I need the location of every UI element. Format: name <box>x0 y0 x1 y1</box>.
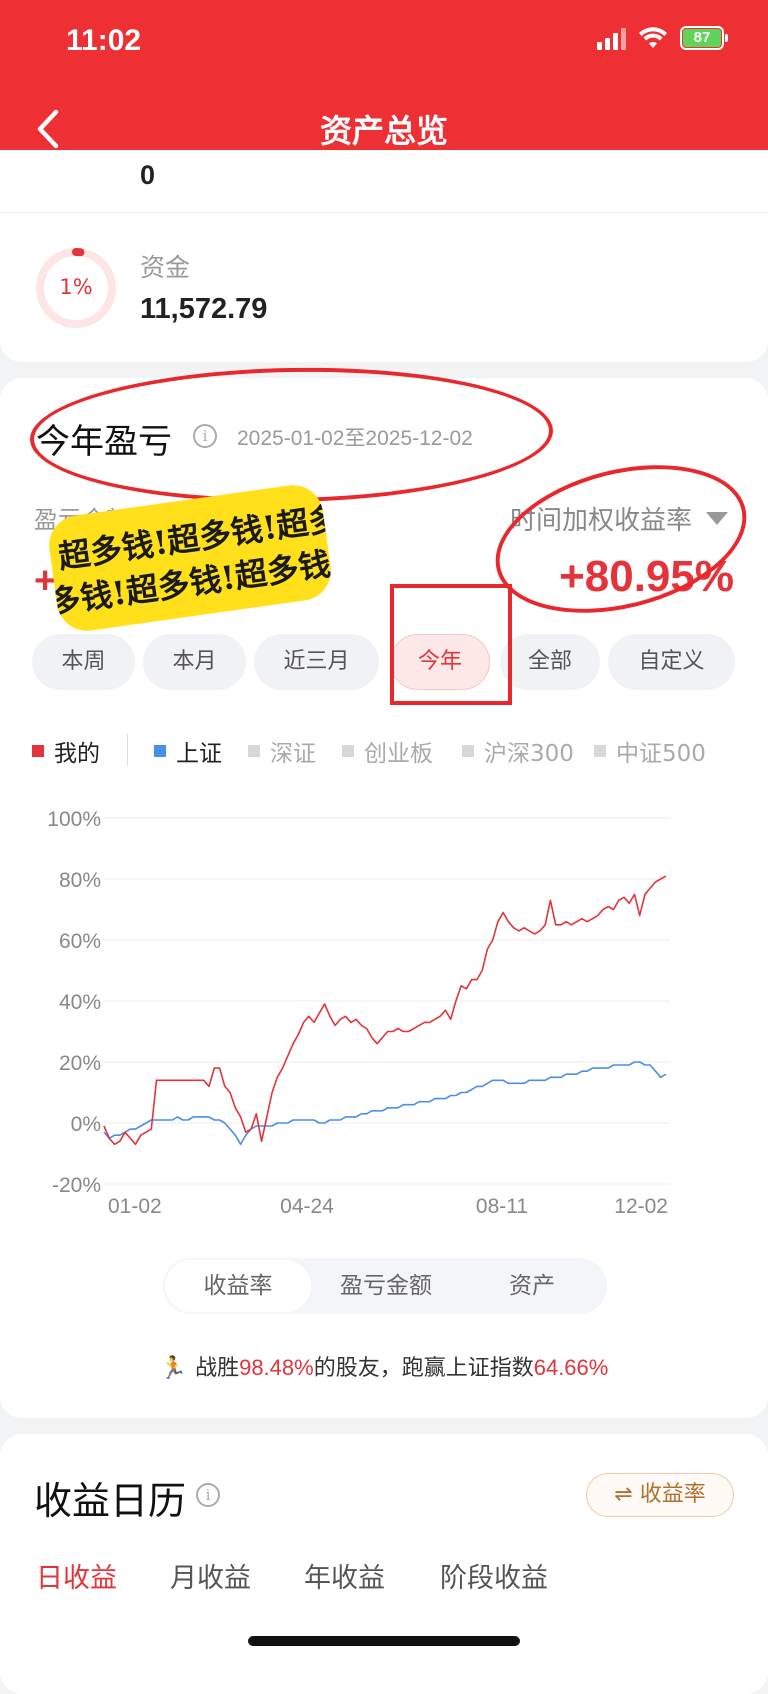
beat-summary: 🏃 战胜98.48%的股友，跑赢上证指数64.66% <box>159 1355 609 1381</box>
legend-item[interactable]: 深证 <box>248 734 316 768</box>
series-line-我的 <box>103 875 667 1146</box>
legend-swatch <box>594 745 606 757</box>
period-tab[interactable]: 自定义 <box>608 634 735 690</box>
yield-toggle-button[interactable]: ⇌ 收益率 <box>586 1473 734 1517</box>
cellular-signal-icon <box>597 26 626 50</box>
y-tick-label: 80% <box>59 869 101 892</box>
legend-item[interactable]: 沪深300 <box>462 734 574 768</box>
series-line-上证 <box>103 1061 667 1146</box>
period-tab[interactable]: 本周 <box>32 634 135 690</box>
info-icon[interactable]: i <box>196 1483 220 1507</box>
home-indicator <box>248 1636 520 1646</box>
fund-value: 11,572.79 <box>140 293 268 325</box>
legend-swatch <box>342 745 354 757</box>
beat-percent: 98.48% <box>239 1355 314 1380</box>
app-header: 11:02 87 资产总览 <box>0 0 768 172</box>
fund-label: 资金 <box>140 253 191 282</box>
calendar-title: 收益日历 <box>34 1479 187 1523</box>
y-tick-label: 60% <box>59 930 101 953</box>
legend-item[interactable]: 上证 <box>154 734 222 768</box>
status-time: 11:02 <box>66 24 142 57</box>
legend-swatch <box>154 745 166 757</box>
returns-line-chart[interactable]: 100% 80% 60% 40% 20% 0% -20% 01-02 04-24 08-11 12-… <box>0 790 768 1230</box>
view-tab-active[interactable]: 收益率 <box>165 1260 311 1312</box>
period-tab[interactable]: 近三月 <box>254 634 379 690</box>
battery-level: 87 <box>683 29 721 47</box>
divider <box>0 212 768 213</box>
battery-icon: 87 <box>680 26 728 50</box>
runner-icon: 🏃 <box>159 1356 188 1381</box>
wifi-icon <box>639 27 667 48</box>
beat-index-percent: 64.66% <box>533 1355 609 1380</box>
divider <box>127 734 128 766</box>
period-tab[interactable]: 本月 <box>143 634 246 690</box>
y-tick-label: 0% <box>71 1113 101 1136</box>
calendar-tab-active[interactable]: 日收益 <box>36 1556 117 1595</box>
legend-item[interactable]: 我的 <box>32 734 100 768</box>
y-tick-label: -20% <box>52 1174 101 1197</box>
view-toggle: 收益率 盈亏金额 资产 <box>163 1258 607 1314</box>
y-tick-label: 20% <box>59 1052 101 1075</box>
legend-swatch <box>32 745 44 757</box>
legend-swatch <box>462 745 474 757</box>
page-title: 资产总览 <box>319 112 448 150</box>
view-tab[interactable]: 盈亏金额 <box>313 1258 459 1314</box>
legend-swatch <box>248 745 260 757</box>
x-tick-label: 08-11 <box>476 1195 528 1218</box>
legend-item[interactable]: 创业板 <box>342 734 433 768</box>
legend-item[interactable]: 中证500 <box>594 734 706 768</box>
partial-value: 0 <box>140 160 156 188</box>
x-tick-label: 12-02 <box>614 1195 668 1218</box>
view-tab[interactable]: 资产 <box>459 1258 605 1314</box>
calendar-tab[interactable]: 阶段收益 <box>440 1556 548 1595</box>
status-icons: 87 <box>597 26 728 50</box>
period-tab[interactable]: 全部 <box>500 634 600 690</box>
calendar-tab[interactable]: 月收益 <box>170 1556 251 1595</box>
x-tick-label: 01-02 <box>108 1195 162 1218</box>
y-tick-label: 100% <box>47 808 101 831</box>
y-tick-label: 40% <box>59 991 101 1014</box>
x-tick-label: 04-24 <box>280 1195 334 1218</box>
calendar-tab[interactable]: 年收益 <box>304 1556 385 1595</box>
fund-percent: 1% <box>59 275 93 299</box>
annotation-box <box>390 584 512 705</box>
